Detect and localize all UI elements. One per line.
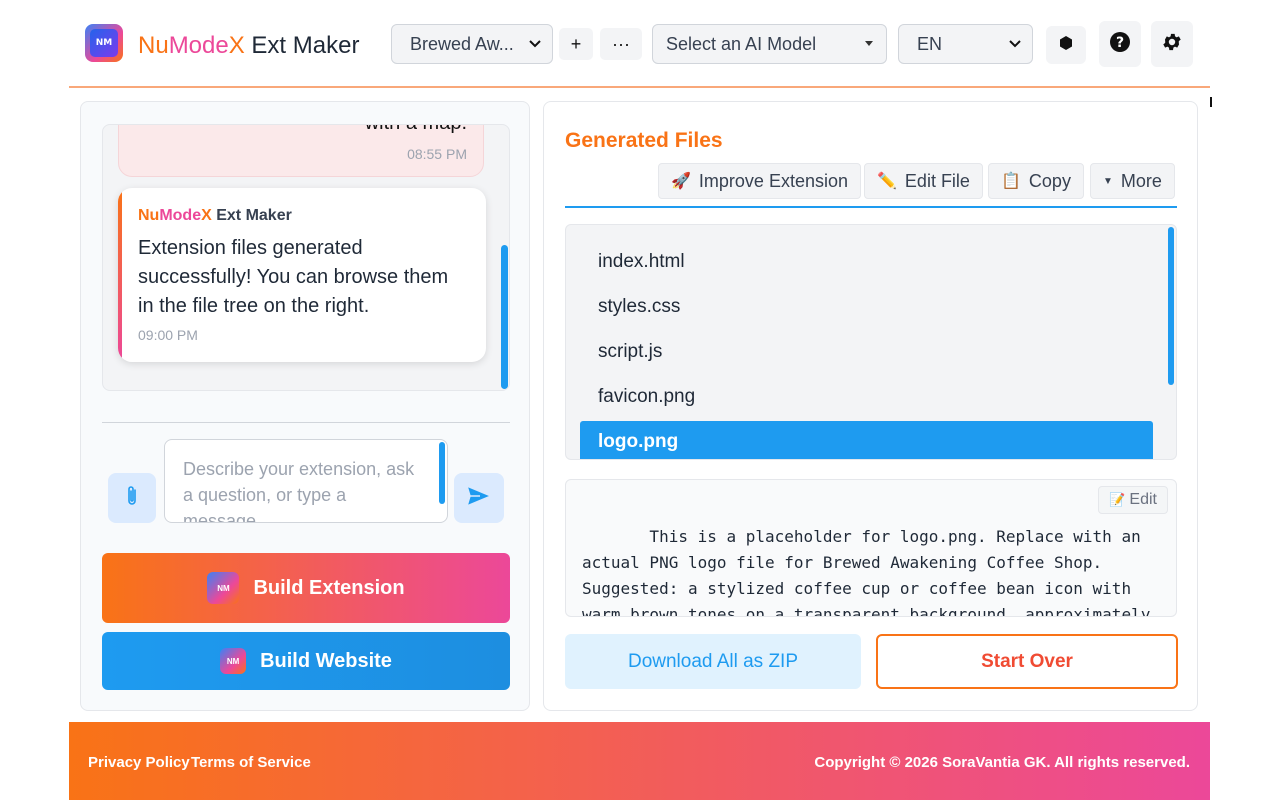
add-project-button[interactable]: + [559, 28, 593, 60]
model-select[interactable]: Select an AI Model [652, 24, 887, 64]
chat-scrollbar[interactable] [501, 245, 508, 389]
language-select-value: EN [917, 33, 943, 54]
help-circle-icon: ? [1109, 31, 1131, 58]
app-root: NM NuModeX Ext Maker Brewed Aw... + ··· … [69, 0, 1210, 800]
bot-name-nu: Nu [138, 207, 160, 224]
file-item[interactable]: index.html [580, 241, 1153, 283]
file-preview: This is a placeholder for logo.png. Repl… [565, 479, 1177, 617]
edit-file-button[interactable]: ✏️ Edit File [864, 163, 983, 199]
download-zip-button[interactable]: Download All as ZIP [565, 634, 861, 689]
preview-edit-button[interactable]: 📝 Edit [1098, 486, 1168, 514]
settings-button[interactable] [1151, 21, 1193, 67]
theme-button[interactable] [1046, 26, 1086, 64]
divider [102, 422, 510, 423]
toolbar-underline [565, 206, 1177, 208]
bot-name: NuModeX Ext Maker [138, 207, 292, 225]
improve-extension-button[interactable]: 🚀 Improve Extension [658, 163, 861, 199]
title-rest: Ext Maker [244, 32, 360, 59]
preview-edit-label: Edit [1129, 491, 1157, 508]
app-logo-icon: NM [207, 572, 240, 604]
gear-icon [1161, 31, 1183, 58]
bot-message-accent [118, 188, 122, 362]
files-panel-title: Generated Files [565, 129, 723, 152]
title-nu: Nu [138, 32, 169, 59]
terms-of-service-link[interactable]: Terms of Service [191, 754, 311, 771]
file-tree-scrollbar[interactable] [1168, 227, 1174, 385]
bot-message: NuModeX Ext Maker Extension files genera… [118, 188, 486, 362]
file-item[interactable]: script.js [580, 331, 1153, 373]
bot-name-rest: Ext Maker [211, 207, 292, 224]
more-button[interactable]: ▼ More [1090, 163, 1175, 199]
project-select[interactable]: Brewed Aw... [391, 24, 553, 64]
pencil-icon: ✏️ [877, 173, 897, 190]
project-more-button[interactable]: ··· [600, 28, 642, 60]
user-message: with a map. 08:55 PM [118, 125, 484, 177]
hexagon-icon [1058, 35, 1074, 56]
build-extension-label: Build Extension [253, 576, 405, 599]
input-scrollbar[interactable] [439, 442, 445, 504]
language-select[interactable]: EN [898, 24, 1033, 64]
send-icon [465, 484, 493, 512]
copyright-text: Copyright © 2026 SoraVantia GK. All righ… [814, 754, 1190, 771]
model-select-value: Select an AI Model [666, 33, 817, 54]
chat-history[interactable]: with a map. 08:55 PM NuModeX Ext Maker E… [102, 124, 510, 391]
edit-icon: 📝 [1109, 492, 1126, 507]
build-website-label: Build Website [260, 649, 392, 672]
copy-button[interactable]: 📋 Copy [988, 163, 1084, 199]
user-message-text: with a map. [365, 125, 467, 135]
app-title: NuModeX Ext Maker [138, 32, 359, 60]
edit-file-label: Edit File [904, 170, 970, 191]
chevron-down-icon [1008, 34, 1022, 57]
more-label: More [1120, 170, 1162, 191]
caret-down-icon: ▼ [1103, 175, 1113, 187]
svg-text:?: ? [1116, 35, 1124, 51]
files-panel: Generated Files 🚀 Improve Extension ✏️ E… [543, 101, 1198, 711]
file-tree: index.html styles.css script.js favicon.… [565, 224, 1177, 460]
chevron-down-icon [528, 34, 542, 57]
help-button[interactable]: ? [1099, 21, 1141, 67]
bot-name-mode: Mode [159, 207, 202, 224]
message-input[interactable]: Describe your extension, ask a question,… [164, 439, 448, 523]
user-message-time: 08:55 PM [407, 146, 467, 162]
privacy-policy-link[interactable]: Privacy Policy [88, 754, 190, 771]
bot-message-time: 09:00 PM [138, 327, 198, 343]
file-item[interactable]: styles.css [580, 286, 1153, 328]
caret-down-icon [862, 33, 876, 56]
bot-message-text: Extension files generated successfully! … [138, 237, 449, 317]
paperclip-icon [124, 484, 140, 513]
chat-panel: with a map. 08:55 PM NuModeX Ext Maker E… [80, 101, 530, 711]
copy-label: Copy [1028, 170, 1071, 191]
build-website-button[interactable]: NM Build Website [102, 632, 510, 690]
start-over-button[interactable]: Start Over [876, 634, 1178, 689]
bot-name-x: X [201, 207, 212, 224]
file-preview-text: This is a placeholder for logo.png. Repl… [582, 527, 1151, 617]
message-input-placeholder: Describe your extension, ask a question,… [183, 459, 415, 523]
send-button[interactable] [454, 473, 504, 523]
footer: Privacy Policy Terms of Service Copyrigh… [69, 722, 1210, 800]
header: NM NuModeX Ext Maker Brewed Aw... + ··· … [69, 0, 1210, 88]
clipboard-icon: 📋 [1001, 173, 1021, 190]
file-item[interactable]: favicon.png [580, 376, 1153, 418]
title-mode: Mode [168, 32, 229, 59]
project-select-value: Brewed Aw... [410, 33, 514, 54]
logo-mark: NM [90, 29, 118, 57]
attach-button[interactable] [108, 473, 156, 523]
app-logo: NM [85, 24, 123, 62]
improve-extension-label: Improve Extension [698, 170, 848, 191]
window-edge-mark [1210, 97, 1212, 107]
title-x: X [228, 32, 245, 59]
build-extension-button[interactable]: NM Build Extension [102, 553, 510, 623]
app-logo-icon: NM [220, 648, 247, 674]
file-item-selected[interactable]: logo.png [580, 421, 1153, 459]
rocket-icon: 🚀 [671, 173, 691, 190]
